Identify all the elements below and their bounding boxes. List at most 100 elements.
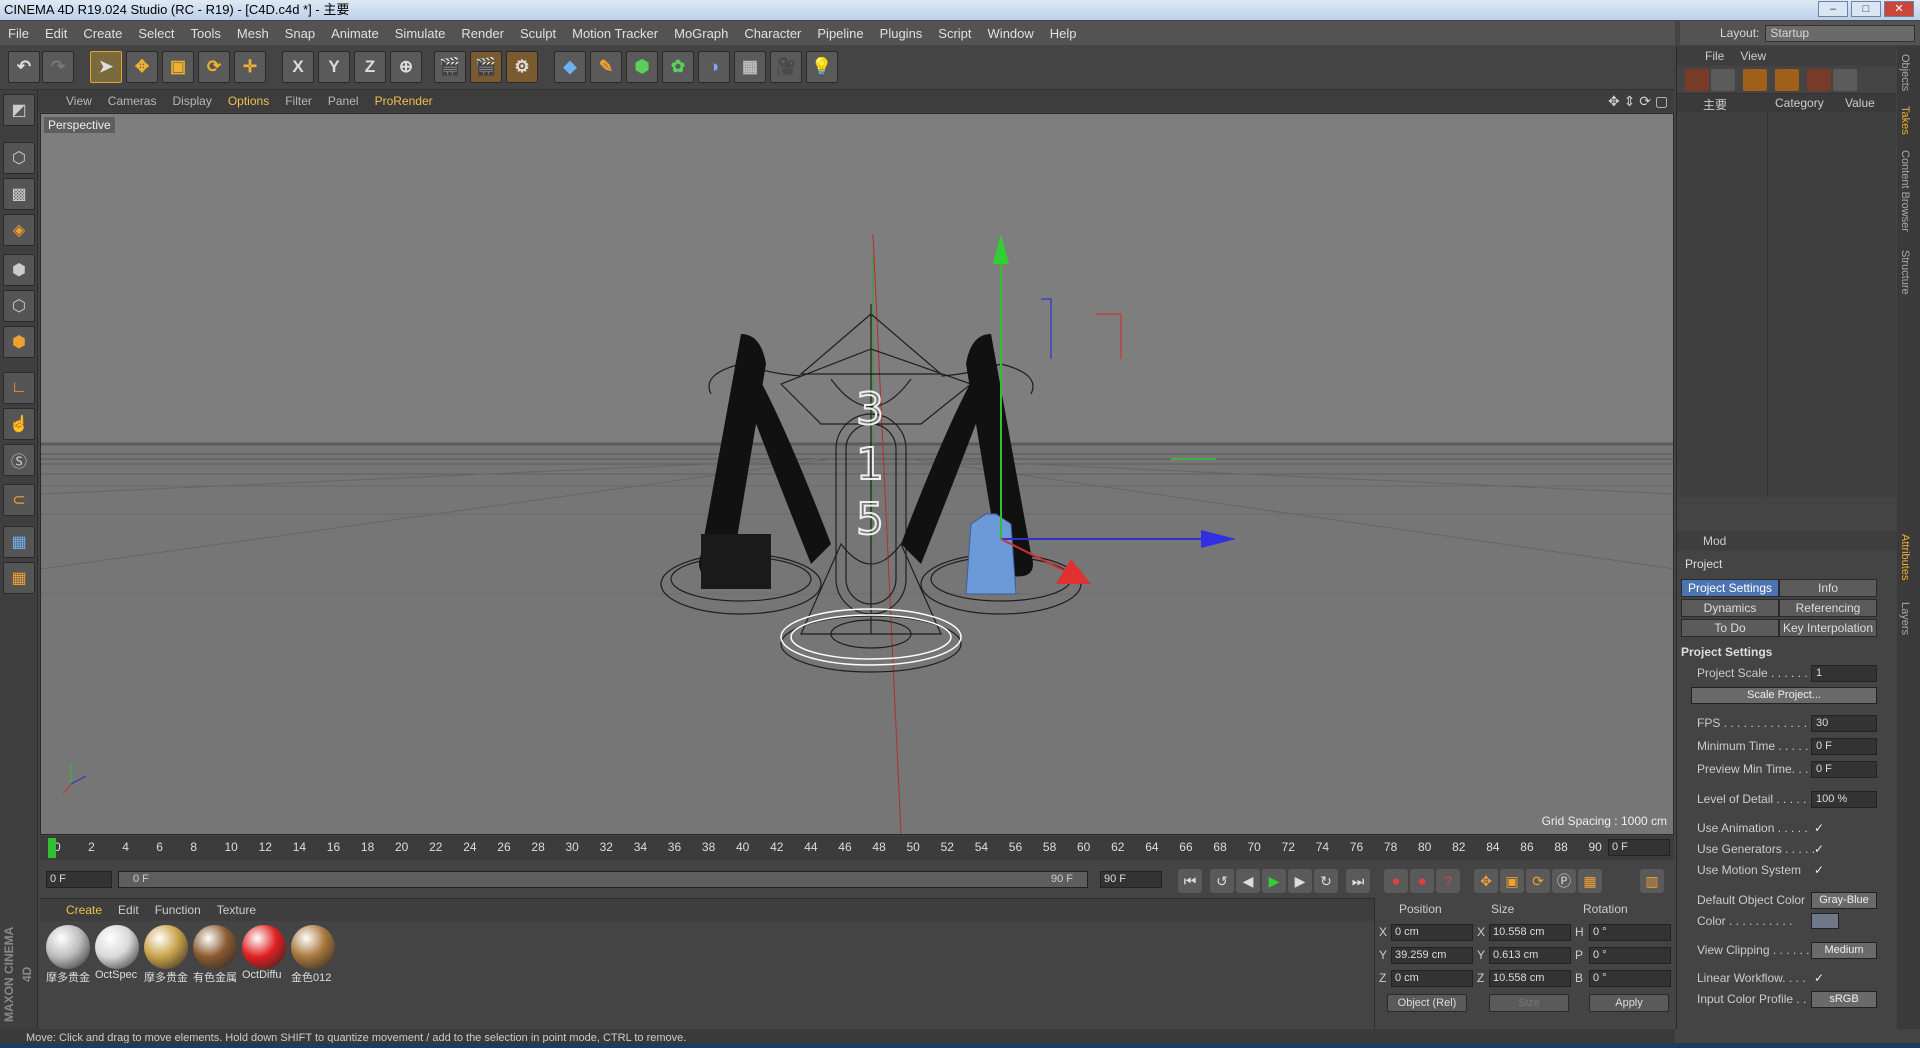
perspective-viewport[interactable]: 3 1 5 Perspective Grid Spacing : 1000 cm [40,113,1674,835]
side-tab-structure[interactable]: Structure [1899,250,1911,295]
input-color-profile-dropdown[interactable]: sRGB [1811,991,1877,1008]
coordinate-system-icon[interactable]: ⊕ [390,51,422,83]
material-item[interactable]: 摩多贵金 [46,925,92,985]
size-z-field[interactable]: 10.558 cm [1489,970,1571,987]
viewport-menu-view[interactable]: View [66,94,92,108]
takes-list[interactable] [1677,112,1896,497]
viewport-nav-icons[interactable]: ✥ ⇕ ⟳ ▢ [1608,93,1668,110]
viewport-menu-cameras[interactable]: Cameras [108,94,157,108]
material-item[interactable]: 有色金属 [193,925,239,985]
menu-snap[interactable]: Snap [285,26,315,41]
next-frame-icon[interactable]: ▶ [1288,869,1312,893]
edges-mode-icon[interactable]: ⬡ [3,290,35,322]
tab-to-do[interactable]: To Do [1681,619,1779,637]
fps-field[interactable]: 30 [1811,715,1877,732]
level-of-detail-field[interactable]: 100 % [1811,791,1877,808]
x-axis-lock-button[interactable]: X [282,51,314,83]
view-clipping-dropdown[interactable]: Medium [1811,942,1877,959]
redo-icon[interactable]: ↷ [42,51,74,83]
take-add-icon[interactable] [1685,69,1709,91]
menu-plugins[interactable]: Plugins [880,26,923,41]
camera-label[interactable]: Perspective [44,117,115,133]
default-object-color-dropdown[interactable]: Gray-Blue [1811,892,1877,909]
material-menu-create[interactable]: Create [66,903,102,917]
cube-primitive-icon[interactable]: ◆ [554,51,586,83]
frame-range-slider[interactable]: 0 F 90 F [118,871,1088,888]
key-rotation-icon[interactable]: ⟳ [1526,869,1550,893]
material-menu-texture[interactable]: Texture [217,903,256,917]
apply-button[interactable]: Apply [1589,994,1669,1012]
viewport-menu-filter[interactable]: Filter [285,94,312,108]
attribute-mode-menu[interactable]: Mod [1703,534,1726,548]
points-mode-icon[interactable]: ⬢ [3,254,35,286]
menu-motion-tracker[interactable]: Motion Tracker [572,26,658,41]
material-item[interactable]: 摩多贵金 [144,925,190,985]
keyframe-selection-icon[interactable]: ? [1436,869,1460,893]
rotation-h-field[interactable]: 0 ° [1589,924,1671,941]
timeline-window-icon[interactable]: ▥ [1640,869,1664,893]
rotation-p-field[interactable]: 0 ° [1589,947,1671,964]
minimize-button[interactable]: – [1818,1,1848,17]
lock-workplane-icon[interactable]: ▦ [3,526,35,558]
autokey-icon[interactable]: ⏺ [1410,869,1434,893]
close-button[interactable]: ✕ [1884,1,1914,17]
use-animation-checkbox[interactable]: ✓ [1814,821,1824,835]
go-to-start-icon[interactable]: ⏮ [1178,869,1202,893]
light-icon[interactable]: 💡 [806,51,838,83]
menu-window[interactable]: Window [988,26,1034,41]
side-tab-objects[interactable]: Objects [1899,54,1911,91]
key-pla-icon[interactable]: ▦ [1578,869,1602,893]
override-icon[interactable] [1743,69,1767,91]
scene-canvas[interactable]: 3 1 5 [41,114,1674,835]
position-x-field[interactable]: 0 cm [1391,924,1473,941]
texture-mode-icon[interactable]: ▩ [3,178,35,210]
scale-tool-icon[interactable]: ▣ [162,51,194,83]
object-menu-view[interactable]: View [1740,49,1766,63]
side-tab-layers[interactable]: Layers [1899,602,1911,635]
menu-sculpt[interactable]: Sculpt [520,26,556,41]
current-frame-field[interactable]: 0 F [1608,839,1670,856]
scale-project-button[interactable]: Scale Project... [1691,687,1877,704]
material-menu-function[interactable]: Function [155,903,201,917]
menu-create[interactable]: Create [83,26,122,41]
tab-key-interpolation[interactable]: Key Interpolation [1779,619,1877,637]
menu-help[interactable]: Help [1050,26,1077,41]
side-tab-takes[interactable]: Takes [1899,106,1911,135]
snap-icon[interactable]: Ⓢ [3,444,35,476]
timeline-ruler[interactable]: 0 2 4 6 8 10 12 14 16 18 20 22 24 26 28 30 32 34 36 38 40 42 4… [40,836,1674,860]
menu-mesh[interactable]: Mesh [237,26,269,41]
menu-animate[interactable]: Animate [331,26,379,41]
magnet-icon[interactable]: ⊂ [3,484,35,516]
side-tab-content-browser[interactable]: Content Browser [1899,150,1911,232]
viewport-menu-display[interactable]: Display [172,94,211,108]
planar-workplane-icon[interactable]: ▦ [3,562,35,594]
workplane-mode-icon[interactable]: ◈ [3,214,35,246]
menu-file[interactable]: File [8,26,29,41]
deformer-icon[interactable]: ◑ [698,51,730,83]
viewport-menu-options[interactable]: Options [228,94,269,108]
menu-render[interactable]: Render [461,26,504,41]
take-clone-icon[interactable] [1711,69,1735,91]
menu-pipeline[interactable]: Pipeline [817,26,863,41]
start-frame-field[interactable]: 0 F [46,871,112,888]
render-view-icon[interactable]: 🎬 [434,51,466,83]
maximize-button[interactable]: □ [1851,1,1881,17]
camera-icon[interactable]: 🎥 [770,51,802,83]
play-icon[interactable]: ▶ [1262,869,1286,893]
previous-frame-icon[interactable]: ◀ [1236,869,1260,893]
z-axis-lock-button[interactable]: Z [354,51,386,83]
take-render-icon[interactable] [1807,69,1831,91]
size-mode-dropdown[interactable]: Size [1489,994,1569,1012]
key-parameter-icon[interactable]: Ⓟ [1552,869,1576,893]
next-key-icon[interactable]: ↻ [1314,869,1338,893]
end-frame-field[interactable]: 90 F [1100,871,1162,888]
select-tool-icon[interactable]: ➤ [90,51,122,83]
menu-edit[interactable]: Edit [45,26,67,41]
viewport-menu-prorender[interactable]: ProRender [375,94,433,108]
make-editable-icon[interactable]: ◩ [3,94,35,126]
key-position-icon[interactable]: ✥ [1474,869,1498,893]
key-scale-icon[interactable]: ▣ [1500,869,1524,893]
minimum-time-field[interactable]: 0 F [1811,738,1877,755]
take-lock-icon[interactable] [1833,69,1857,91]
position-z-field[interactable]: 0 cm [1391,970,1473,987]
